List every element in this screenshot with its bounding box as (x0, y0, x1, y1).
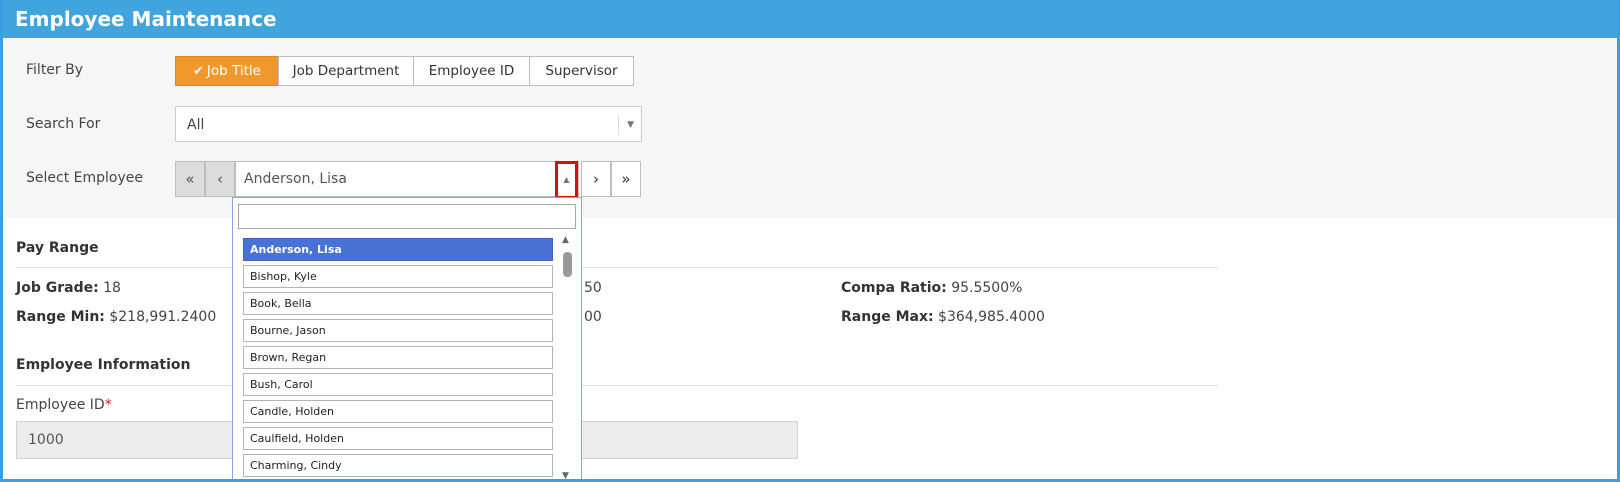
divider (16, 385, 1218, 386)
filter-by-label: Filter By (26, 62, 84, 78)
filter-job-title-button[interactable]: ✔ Job Title (175, 56, 279, 86)
dropdown-option-brown-regan[interactable]: Brown, Regan (243, 346, 553, 369)
dropdown-options: Anderson, Lisa Bishop, Kyle Book, Bella … (243, 238, 553, 479)
next-employee-button[interactable]: › (581, 161, 611, 197)
compa-ratio-field: Compa Ratio: 95.5500% (841, 280, 1023, 296)
select-employee-label: Select Employee (26, 170, 143, 186)
range-value-fragment: 00 (584, 309, 602, 325)
chevron-down-icon: ▼ (627, 120, 634, 130)
scroll-down-icon[interactable]: ▼ (562, 471, 569, 479)
divider (16, 267, 1218, 268)
range-max-field: Range Max: $364,985.4000 (841, 309, 1045, 325)
filter-supervisor-button[interactable]: Supervisor (529, 56, 634, 86)
dropdown-option-charming-cindy[interactable]: Charming, Cindy (243, 454, 553, 477)
range-mid-value-fragment: 50 (584, 280, 602, 296)
employee-combobox[interactable]: Anderson, Lisa ▲ (235, 161, 579, 199)
previous-employee-button[interactable]: ‹ (205, 161, 235, 197)
employee-combobox-value: Anderson, Lisa (244, 171, 347, 187)
window-title: Employee Maintenance (3, 0, 1617, 38)
check-icon: ✔ (193, 64, 204, 79)
pay-range-heading: Pay Range (16, 240, 99, 256)
first-employee-button[interactable]: « (175, 161, 205, 197)
dropdown-option-caulfield-holden[interactable]: Caulfield, Holden (243, 427, 553, 450)
dropdown-scrollbar[interactable]: ▲ ▼ (560, 235, 576, 479)
app-window: Employee Maintenance Filter By ✔ Job Titl… (0, 0, 1620, 482)
dropdown-option-bishop-kyle[interactable]: Bishop, Kyle (243, 265, 553, 288)
last-employee-button[interactable]: » (611, 161, 641, 197)
search-for-select[interactable]: All ▼ (175, 106, 642, 142)
employee-information-heading: Employee Information (16, 357, 191, 373)
dropdown-option-candle-holden[interactable]: Candle, Holden (243, 400, 553, 423)
scroll-up-icon[interactable]: ▲ (562, 235, 569, 245)
dropdown-option-bourne-jason[interactable]: Bourne, Jason (243, 319, 553, 342)
range-min-field: Range Min: $218,991.2400 (16, 309, 217, 325)
filter-employee-id-button[interactable]: Employee ID (413, 56, 530, 86)
dropdown-option-anderson-lisa[interactable]: Anderson, Lisa (243, 238, 553, 261)
select-divider (618, 115, 619, 135)
filter-segmented-control: ✔ Job Title Job Department Employee ID Su… (175, 56, 634, 86)
search-for-label: Search For (26, 116, 101, 132)
job-grade-field: Job Grade: 18 (16, 280, 121, 296)
employee-id-label: Employee ID* (16, 397, 112, 413)
filter-job-department-button[interactable]: Job Department (278, 56, 414, 86)
search-for-value: All (187, 117, 205, 133)
dropdown-option-book-bella[interactable]: Book, Bella (243, 292, 553, 315)
dropdown-option-bush-carol[interactable]: Bush, Carol (243, 373, 553, 396)
dropdown-search-input[interactable] (238, 204, 576, 229)
scrollbar-thumb[interactable] (563, 252, 572, 277)
combobox-toggle-button[interactable]: ▲ (555, 161, 578, 199)
employee-dropdown-list: Anderson, Lisa Bishop, Kyle Book, Bella … (232, 197, 582, 479)
